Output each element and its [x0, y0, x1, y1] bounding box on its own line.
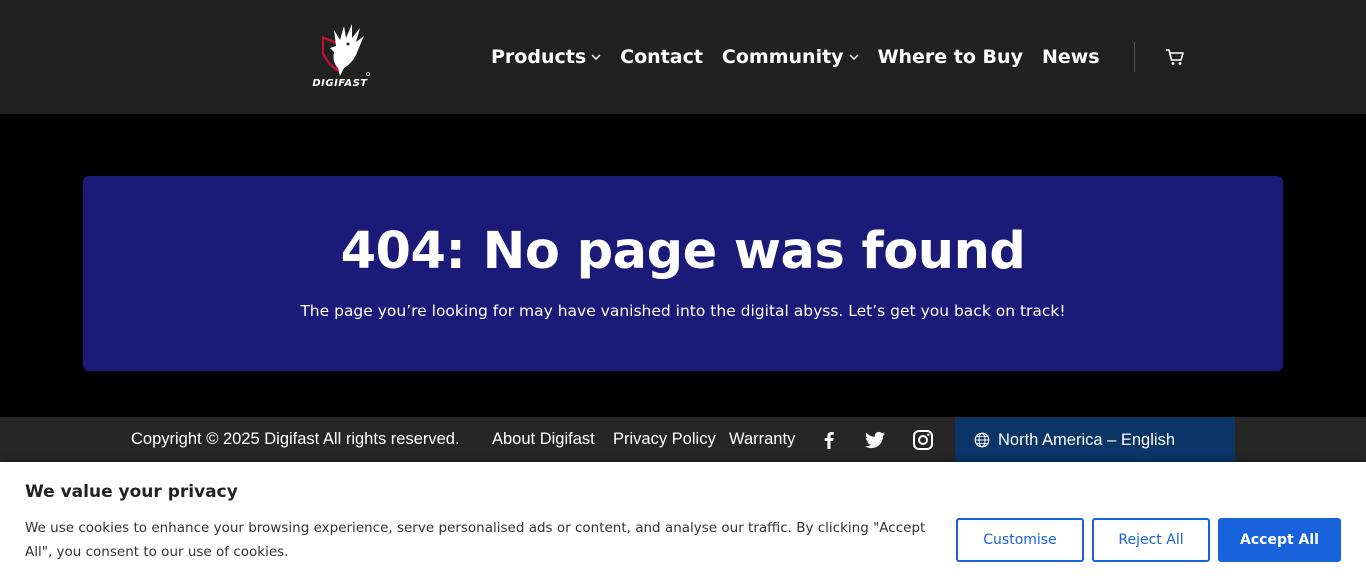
customise-button[interactable]: Customise [956, 518, 1084, 562]
chevron-down-icon [849, 54, 859, 61]
nav-item-where-to-buy[interactable]: Where to Buy [878, 46, 1023, 68]
cart-button[interactable] [1164, 46, 1186, 68]
cart-icon [1166, 49, 1184, 65]
error-title: 404: No page was found [340, 222, 1026, 281]
chevron-down-icon [591, 54, 601, 61]
footer-link-warranty[interactable]: Warranty [729, 430, 795, 449]
error-panel: 404: No page was found The page you’re l… [83, 176, 1283, 371]
nav-label-products: Products [491, 46, 587, 68]
cookie-text: We use cookies to enhance your browsing … [25, 520, 926, 560]
nav-item-news[interactable]: News [1042, 46, 1100, 68]
nav-item-products[interactable]: Products [491, 46, 601, 68]
region-selector[interactable]: North America – English [955, 417, 1235, 463]
globe-icon [974, 432, 990, 448]
error-message: The page you’re looking for may have van… [300, 302, 1066, 320]
copyright-text: Copyright © 2025 Digifast All rights res… [131, 430, 460, 448]
logo-wordmark: DIGIFAST [312, 78, 368, 89]
nav-label-where-to-buy: Where to Buy [877, 46, 1023, 68]
cookie-consent-banner: We value your privacy We use cookies to … [0, 462, 1366, 581]
site-footer: Copyright © 2025 Digifast All rights res… [0, 417, 1366, 463]
nav-divider [1134, 42, 1135, 72]
nav-label-news: News [1041, 46, 1100, 68]
nav-item-contact[interactable]: Contact [620, 46, 703, 68]
twitter-icon[interactable] [863, 428, 887, 452]
nav-item-community[interactable]: Community [722, 46, 859, 68]
facebook-icon[interactable] [817, 428, 841, 452]
digifast-logo[interactable]: DIGIFAST [304, 22, 376, 94]
nav-label-community: Community [721, 46, 844, 68]
cookie-title: We value your privacy [25, 482, 238, 502]
main-nav: Products Contact Community Where to Buy … [491, 44, 1119, 70]
instagram-icon[interactable] [911, 428, 935, 452]
reject-all-button[interactable]: Reject All [1092, 518, 1210, 562]
accept-all-button[interactable]: Accept All [1218, 518, 1341, 562]
footer-link-privacy[interactable]: Privacy Policy [613, 430, 716, 449]
region-label: North America – English [998, 431, 1175, 449]
nav-label-contact: Contact [620, 46, 703, 68]
eagle-shield-icon [322, 24, 370, 76]
site-header: DIGIFAST Products Contact Community Wher… [0, 0, 1366, 114]
footer-link-about[interactable]: About Digifast [492, 430, 595, 449]
